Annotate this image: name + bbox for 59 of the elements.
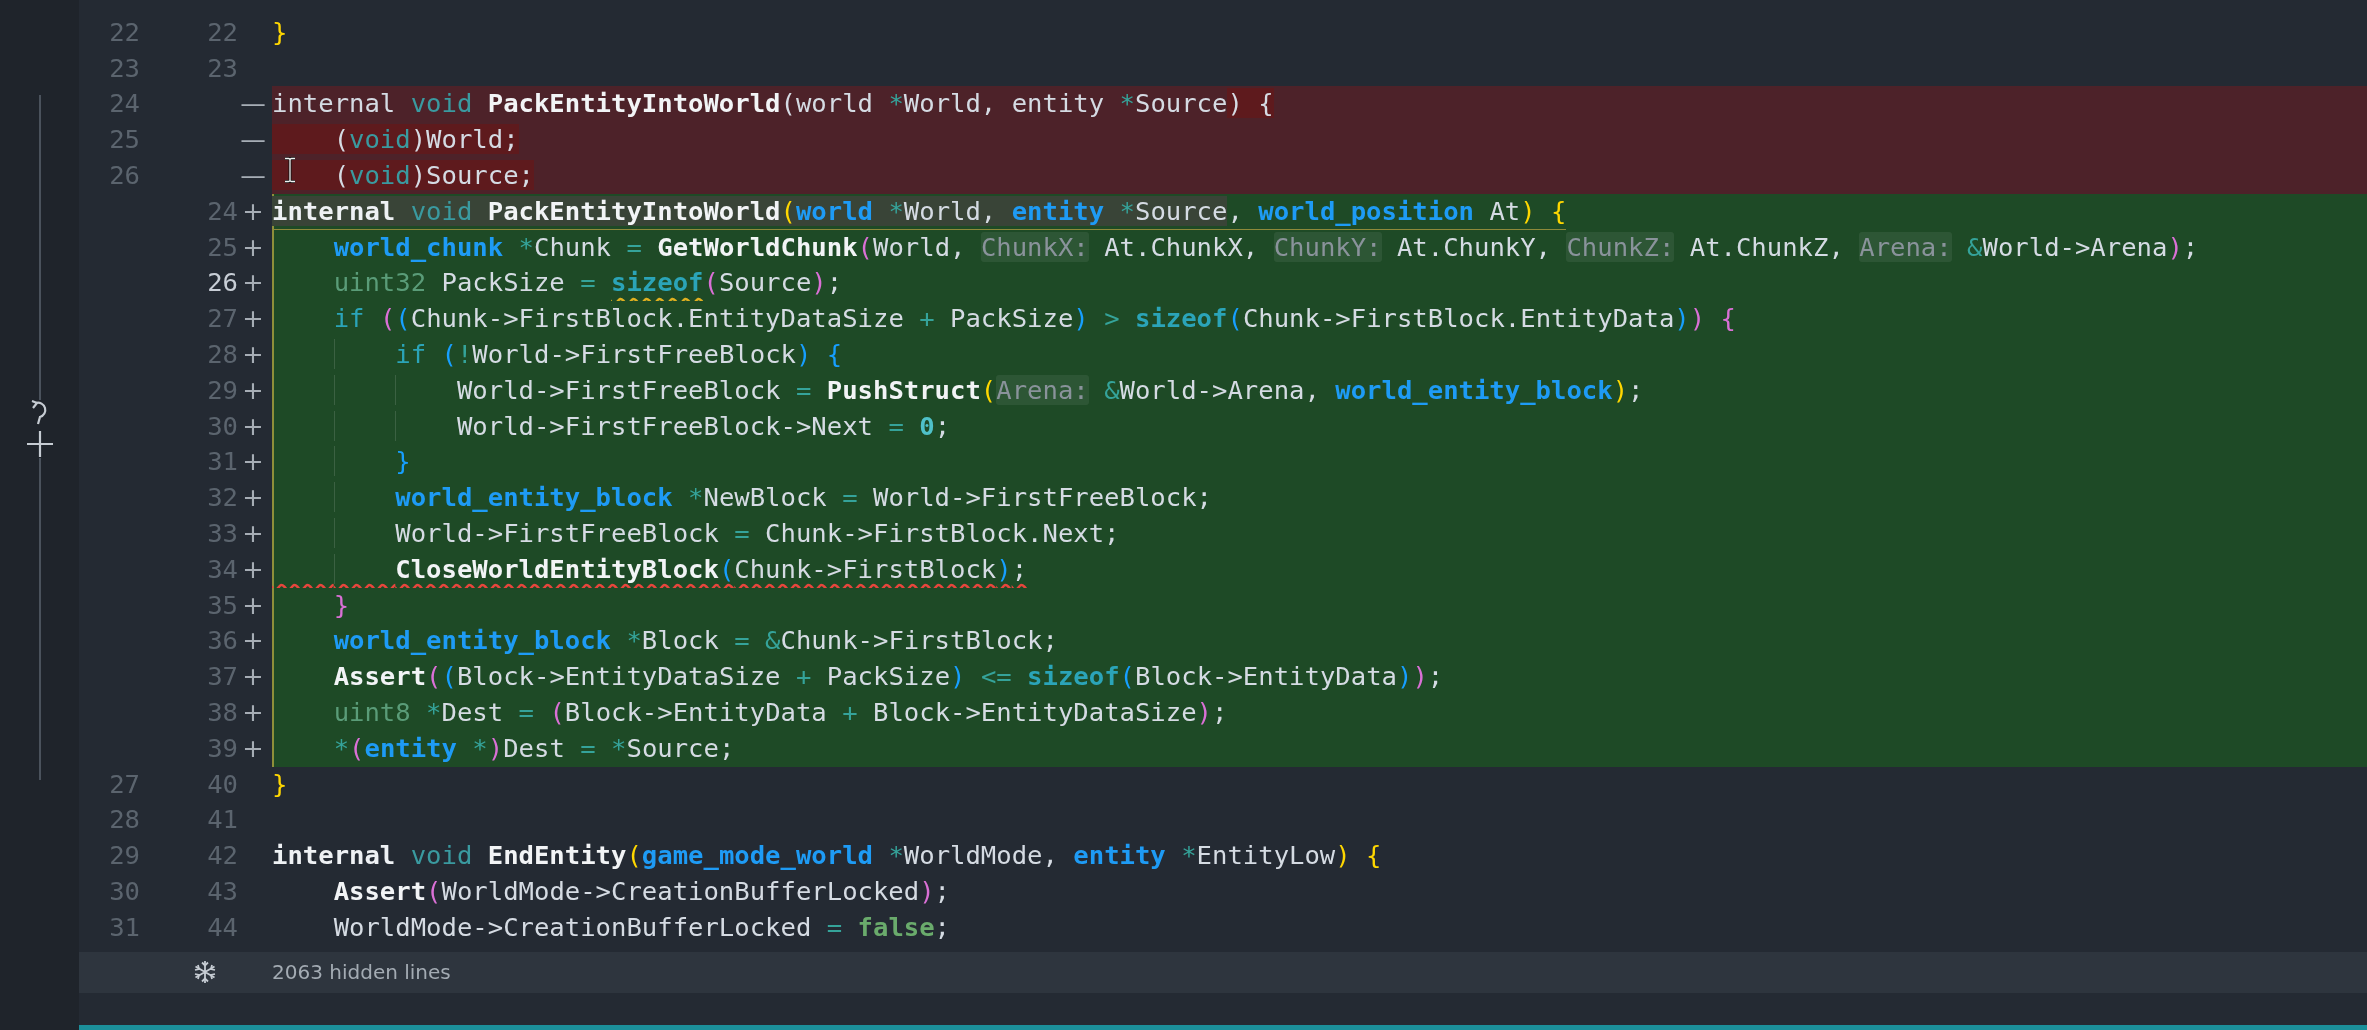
line-number: 31 [108, 910, 140, 944]
diff-marker: + [241, 373, 265, 407]
diff-marker: + [241, 731, 265, 765]
line-number: 22 [206, 15, 238, 49]
line-number: 34 [206, 552, 238, 586]
code-line: internal void EndEntity(game_mode_world *WorldMode, entity *EntityLow) { [272, 839, 1383, 873]
folded-lines-bar[interactable]: 2063 hidden lines [79, 951, 2367, 993]
line-number: 36 [206, 624, 238, 658]
diff-marker: + [241, 194, 265, 228]
code-line: } [272, 767, 289, 801]
line-number: 29 [108, 839, 140, 873]
line-number: 31 [206, 445, 238, 479]
line-number: 41 [206, 803, 238, 837]
line-number: 40 [206, 767, 238, 801]
diff-marker: + [241, 588, 265, 622]
line-number: 35 [206, 588, 238, 622]
line-number: 26 [108, 159, 140, 192]
line-number: 28 [206, 337, 238, 371]
line-number: 30 [108, 874, 140, 908]
diff-marker: + [241, 230, 265, 264]
diff-marker: — [239, 159, 267, 192]
diff-marker: + [241, 302, 265, 336]
diff-marker: + [241, 660, 265, 694]
line-number: 32 [206, 481, 238, 515]
folded-lines-label: 2063 hidden lines [272, 960, 451, 984]
diff-marker: + [241, 266, 265, 300]
diff-marker: — [239, 87, 267, 121]
line-number: 39 [206, 731, 238, 765]
line-number: 43 [206, 874, 238, 908]
line-number: 42 [206, 839, 238, 873]
line-number: 44 [206, 910, 238, 944]
diff-marker: + [241, 516, 265, 550]
code-line: } [272, 15, 289, 49]
line-number: 27 [108, 767, 140, 801]
diff-marker: + [241, 445, 265, 479]
diff-marker: + [241, 695, 265, 729]
diff-marker: + [241, 552, 265, 586]
diff-marker: — [239, 123, 267, 157]
line-number: 22 [108, 15, 140, 49]
line-number: 25 [206, 230, 238, 264]
line-number: 23 [206, 51, 238, 85]
line-number: 38 [206, 695, 238, 729]
line-number: 37 [206, 660, 238, 694]
diff-marker: + [241, 337, 265, 371]
code-line: WorldMode->CreationBufferLocked = false; [332, 910, 952, 944]
diff-marker: + [241, 409, 265, 443]
diff-marker: + [241, 481, 265, 515]
diff-marker: + [241, 624, 265, 658]
line-number: 28 [108, 803, 140, 837]
line-number: 26 [206, 266, 238, 300]
line-number: 33 [206, 516, 238, 550]
code-line: Assert(WorldMode->CreationBufferLocked); [332, 874, 952, 908]
line-number: 30 [206, 409, 238, 443]
line-number: 25 [108, 123, 140, 157]
line-number: 27 [206, 302, 238, 336]
line-number: 24 [108, 87, 140, 121]
line-number: 29 [206, 373, 238, 407]
line-number: 23 [108, 51, 140, 85]
line-number: 24 [206, 194, 238, 228]
